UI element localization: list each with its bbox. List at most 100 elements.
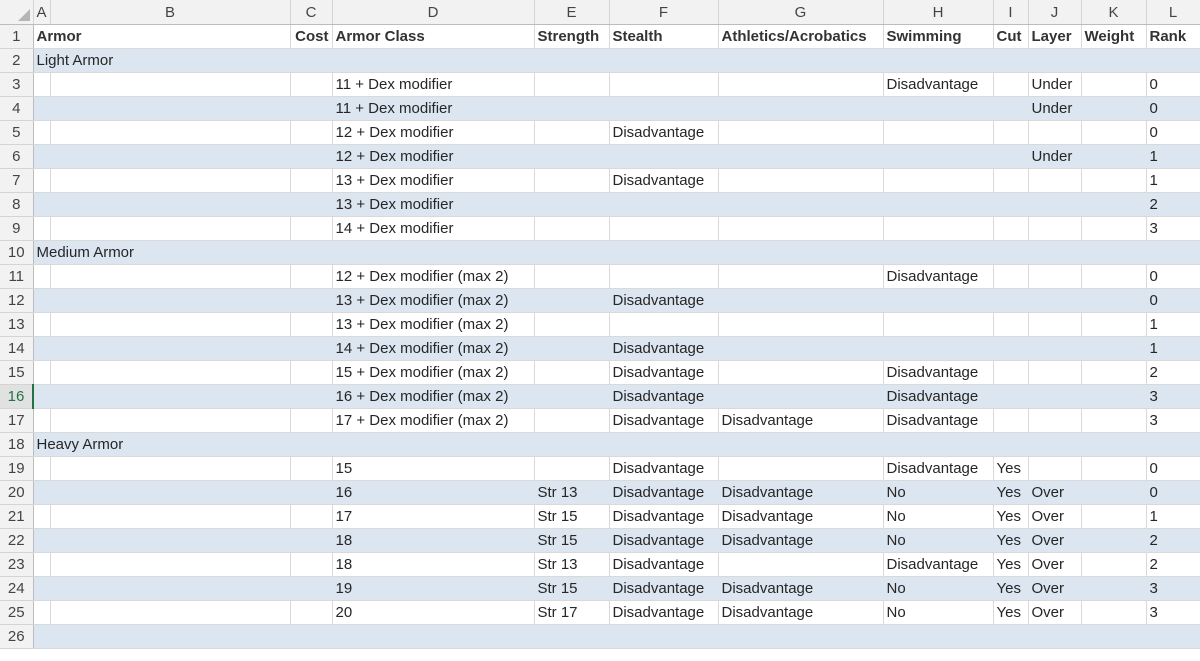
weight-cell[interactable] (1081, 336, 1147, 361)
cut-cell[interactable] (993, 336, 1029, 361)
cut-cell[interactable]: Yes (993, 552, 1029, 577)
armor-name-cell[interactable] (50, 360, 291, 385)
cut-cell[interactable] (993, 264, 1029, 289)
rank-cell[interactable]: 1 (1146, 312, 1200, 337)
strength-cell[interactable] (534, 192, 610, 217)
athletics-cell[interactable]: Disadvantage (718, 600, 884, 625)
armor-class-cell[interactable]: 13 + Dex modifier (332, 168, 535, 193)
rank-cell[interactable]: 1 (1146, 336, 1200, 361)
rank-cell[interactable]: 0 (1146, 456, 1200, 481)
cost-cell[interactable] (290, 264, 333, 289)
armor-class-cell[interactable]: 15 (332, 456, 535, 481)
cost-cell[interactable] (290, 552, 333, 577)
cut-cell[interactable] (993, 120, 1029, 145)
header-cut[interactable]: Cut (993, 24, 1029, 49)
header-weight[interactable]: Weight (1081, 24, 1147, 49)
header-stealth[interactable]: Stealth (609, 24, 719, 49)
athletics-cell[interactable] (718, 216, 884, 241)
cell-a[interactable] (33, 576, 51, 601)
strength-cell[interactable] (534, 408, 610, 433)
layer-cell[interactable]: Under (1028, 144, 1082, 169)
row-header[interactable]: 19 (0, 456, 34, 481)
rank-cell[interactable]: 0 (1146, 72, 1200, 97)
swimming-cell[interactable] (883, 192, 994, 217)
athletics-cell[interactable]: Disadvantage (718, 504, 884, 529)
cut-cell[interactable] (993, 96, 1029, 121)
cut-cell[interactable]: Yes (993, 576, 1029, 601)
weight-cell[interactable] (1081, 552, 1147, 577)
rank-cell[interactable]: 0 (1146, 288, 1200, 313)
armor-name-cell[interactable] (50, 336, 291, 361)
cell-a[interactable] (33, 288, 51, 313)
row-header[interactable]: 16 (0, 384, 34, 409)
athletics-cell[interactable] (718, 96, 884, 121)
swimming-cell[interactable]: Disadvantage (883, 72, 994, 97)
athletics-cell[interactable] (718, 288, 884, 313)
section-label-cell[interactable]: Medium Armor (33, 240, 1200, 265)
cut-cell[interactable]: Yes (993, 528, 1029, 553)
weight-cell[interactable] (1081, 96, 1147, 121)
weight-cell[interactable] (1081, 504, 1147, 529)
armor-name-cell[interactable] (50, 96, 291, 121)
armor-class-cell[interactable]: 14 + Dex modifier (max 2) (332, 336, 535, 361)
layer-cell[interactable] (1028, 216, 1082, 241)
swimming-cell[interactable]: Disadvantage (883, 456, 994, 481)
cost-cell[interactable] (290, 120, 333, 145)
armor-class-cell[interactable]: 11 + Dex modifier (332, 72, 535, 97)
cut-cell[interactable] (993, 624, 1029, 649)
athletics-cell[interactable] (718, 312, 884, 337)
weight-cell[interactable] (1081, 72, 1147, 97)
cell-a[interactable] (33, 264, 51, 289)
swimming-cell[interactable]: No (883, 528, 994, 553)
weight-cell[interactable] (1081, 144, 1147, 169)
armor-name-cell[interactable] (50, 480, 291, 505)
cost-cell[interactable] (290, 192, 333, 217)
athletics-cell[interactable] (718, 456, 884, 481)
athletics-cell[interactable] (718, 192, 884, 217)
weight-cell[interactable] (1081, 216, 1147, 241)
cost-cell[interactable] (290, 504, 333, 529)
strength-cell[interactable] (534, 264, 610, 289)
armor-name-cell[interactable] (50, 312, 291, 337)
cell-a[interactable] (33, 360, 51, 385)
weight-cell[interactable] (1081, 288, 1147, 313)
strength-cell[interactable] (534, 144, 610, 169)
row-header[interactable]: 1 (0, 24, 34, 49)
row-header[interactable]: 7 (0, 168, 34, 193)
armor-name-cell[interactable] (50, 168, 291, 193)
rank-cell[interactable]: 1 (1146, 168, 1200, 193)
armor-class-cell[interactable]: 12 + Dex modifier (332, 120, 535, 145)
weight-cell[interactable] (1081, 480, 1147, 505)
cost-cell[interactable] (290, 600, 333, 625)
swimming-cell[interactable] (883, 96, 994, 121)
armor-class-cell[interactable]: 12 + Dex modifier (max 2) (332, 264, 535, 289)
cost-cell[interactable] (290, 144, 333, 169)
rank-cell[interactable]: 2 (1146, 360, 1200, 385)
stealth-cell[interactable]: Disadvantage (609, 288, 719, 313)
strength-cell[interactable] (534, 624, 610, 649)
layer-cell[interactable] (1028, 288, 1082, 313)
layer-cell[interactable] (1028, 192, 1082, 217)
swimming-cell[interactable] (883, 144, 994, 169)
armor-name-cell[interactable] (50, 72, 291, 97)
stealth-cell[interactable]: Disadvantage (609, 480, 719, 505)
armor-class-cell[interactable]: 16 (332, 480, 535, 505)
row-header[interactable]: 10 (0, 240, 34, 265)
cut-cell[interactable] (993, 168, 1029, 193)
weight-cell[interactable] (1081, 120, 1147, 145)
armor-class-cell[interactable]: 13 + Dex modifier (max 2) (332, 312, 535, 337)
layer-cell[interactable] (1028, 336, 1082, 361)
stealth-cell[interactable]: Disadvantage (609, 456, 719, 481)
weight-cell[interactable] (1081, 384, 1147, 409)
swimming-cell[interactable]: Disadvantage (883, 408, 994, 433)
armor-name-cell[interactable] (50, 456, 291, 481)
layer-cell[interactable]: Over (1028, 480, 1082, 505)
athletics-cell[interactable] (718, 336, 884, 361)
armor-class-cell[interactable]: 17 + Dex modifier (max 2) (332, 408, 535, 433)
armor-class-cell[interactable]: 12 + Dex modifier (332, 144, 535, 169)
column-header-f[interactable]: F (609, 0, 719, 25)
cell-a[interactable] (33, 168, 51, 193)
cost-cell[interactable] (290, 576, 333, 601)
cell-a[interactable] (33, 528, 51, 553)
cut-cell[interactable]: Yes (993, 480, 1029, 505)
